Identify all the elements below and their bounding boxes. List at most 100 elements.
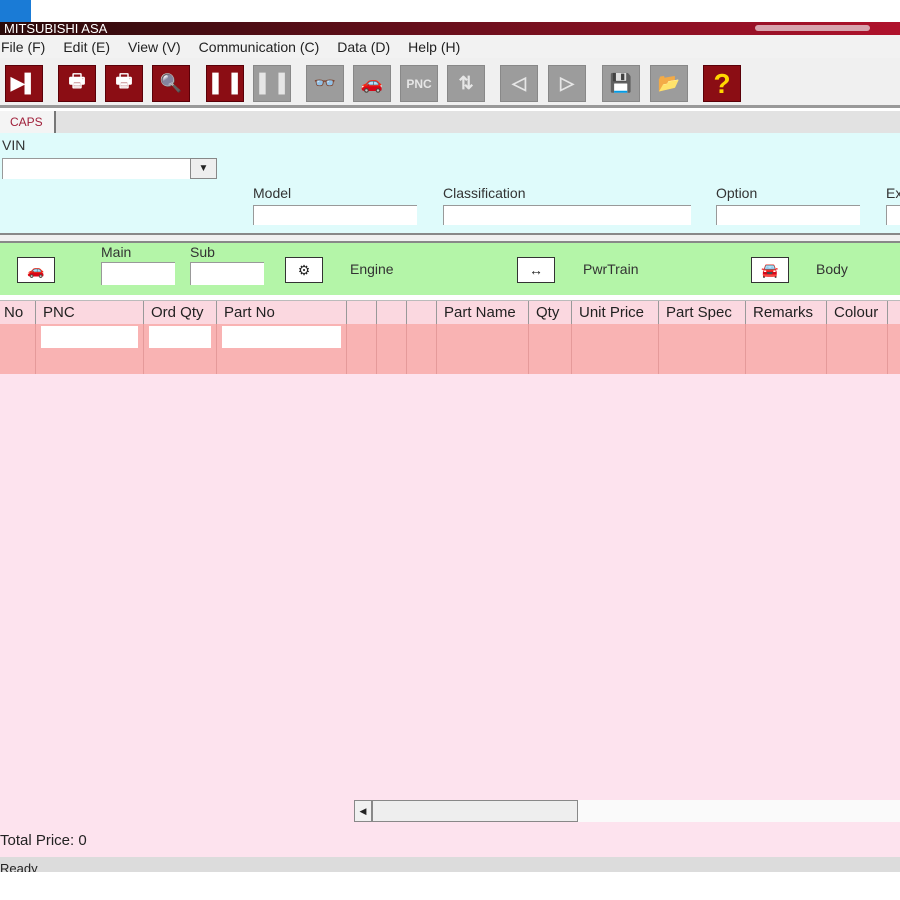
vin-dropdown-button[interactable]: ▼: [190, 158, 217, 179]
print-icon: 🖶: [115, 70, 133, 91]
title-bar: MITSUBISHI ASA: [0, 22, 900, 35]
help-button[interactable]: ?: [703, 65, 741, 102]
table-header: No PNC Ord Qty Part No Part Name Qty Unit Pric…: [0, 300, 900, 325]
open-icon: 📂: [657, 73, 681, 93]
vehicle-button[interactable]: 🚗: [353, 65, 391, 102]
column-header[interactable]: Colour: [826, 301, 887, 325]
table-cell[interactable]: [887, 324, 900, 374]
column-header[interactable]: [887, 301, 900, 325]
parts-list-icon: ▌▐: [212, 73, 238, 93]
column-header[interactable]: Unit Price: [571, 301, 658, 325]
exchange-button[interactable]: ⇅: [447, 65, 485, 102]
help-icon: ?: [713, 67, 731, 99]
classification-input[interactable]: [443, 205, 691, 225]
table-cell[interactable]: [571, 324, 658, 374]
vin-label: VIN: [2, 137, 26, 153]
next-button[interactable]: ▷: [548, 65, 586, 102]
table-row: [0, 324, 900, 374]
status-text: Ready: [0, 861, 38, 872]
body-icon[interactable]: 🚘: [751, 257, 789, 283]
body-label: Body: [816, 261, 848, 277]
copy-list-button[interactable]: ▌▐: [253, 65, 291, 102]
table-cell[interactable]: [826, 324, 887, 374]
table-cell[interactable]: [216, 324, 346, 374]
print-preview-button[interactable]: 🔍: [152, 65, 190, 102]
table-cell[interactable]: [658, 324, 745, 374]
window-title: MITSUBISHI ASA: [4, 22, 108, 35]
column-header[interactable]: Part Spec: [658, 301, 745, 325]
total-price: Total Price: 0: [0, 832, 87, 849]
menu-data[interactable]: Data (D): [336, 39, 390, 55]
status-bar: Ready: [0, 857, 900, 872]
parts-list-button[interactable]: ▌▐: [206, 65, 244, 102]
column-header[interactable]: Ord Qty: [143, 301, 216, 325]
next-icon: ▷: [560, 73, 574, 93]
column-header[interactable]: No: [0, 301, 35, 325]
column-header[interactable]: PNC: [35, 301, 143, 325]
previous-icon: ◁: [512, 73, 526, 93]
ext-input[interactable]: [886, 205, 900, 225]
table-cell[interactable]: [0, 324, 35, 374]
column-header[interactable]: Qty: [528, 301, 571, 325]
scroll-left-arrow-icon[interactable]: ◀: [354, 800, 372, 822]
pwrtrain-label: PwrTrain: [583, 261, 639, 277]
engine-icon[interactable]: ⚙: [285, 257, 323, 283]
menu-edit[interactable]: Edit (E): [62, 39, 110, 55]
tab-caps[interactable]: CAPS: [0, 111, 56, 133]
column-header[interactable]: Remarks: [745, 301, 826, 325]
scrollbar-thumb[interactable]: [372, 800, 578, 822]
menu-help[interactable]: Help (H): [407, 39, 460, 55]
print-screen-button[interactable]: 🖶: [58, 65, 96, 102]
menu-view[interactable]: View (V): [127, 39, 181, 55]
sub-input[interactable]: [190, 262, 264, 285]
column-header[interactable]: Part Name: [436, 301, 528, 325]
option-input[interactable]: [716, 205, 860, 225]
table-cell[interactable]: [406, 324, 436, 374]
top-strip: [0, 0, 900, 22]
search-button[interactable]: 👓: [306, 65, 344, 102]
menu-bar: File (F) Edit (E) View (V) Communication…: [0, 35, 900, 58]
print-button[interactable]: 🖶: [105, 65, 143, 102]
exchange-icon: ⇅: [458, 73, 474, 93]
powertrain-icon[interactable]: ↔: [517, 257, 555, 283]
sub-label: Sub: [190, 244, 215, 260]
main-input[interactable]: [101, 262, 175, 285]
cell-input[interactable]: [222, 326, 341, 348]
menu-file[interactable]: File (F): [0, 39, 45, 55]
car-icon[interactable]: 🚗: [17, 257, 55, 283]
save-icon: 💾: [609, 73, 633, 93]
blue-square: [0, 0, 31, 22]
table-cell[interactable]: [35, 324, 143, 374]
print-preview-icon: 🔍: [159, 73, 183, 93]
column-header[interactable]: [406, 301, 436, 325]
pnc-button[interactable]: PNC: [400, 65, 438, 102]
exit-button[interactable]: ▶▌: [5, 65, 43, 102]
model-input[interactable]: [253, 205, 417, 225]
toolbar: ▶▌ 🖶 🖶 🔍 ▌▐ ▌▐ 👓 🚗 PNC ⇅ ◁ ▷ 💾 📂?: [0, 58, 900, 108]
previous-button[interactable]: ◁: [500, 65, 538, 102]
open-button[interactable]: 📂: [650, 65, 688, 102]
column-header[interactable]: [346, 301, 376, 325]
table-cell[interactable]: [143, 324, 216, 374]
table-cell[interactable]: [745, 324, 826, 374]
model-label: Model: [253, 185, 292, 201]
cell-input[interactable]: [41, 326, 138, 348]
classification-label: Classification: [443, 185, 526, 201]
table-cell[interactable]: [376, 324, 406, 374]
option-label: Option: [716, 185, 758, 201]
table-cell[interactable]: [346, 324, 376, 374]
pnc-icon: PNC: [406, 76, 432, 91]
vin-input[interactable]: [2, 158, 190, 179]
ext-label: Ex: [886, 185, 900, 201]
vehicle-icon: 🚗: [360, 73, 384, 93]
column-header[interactable]: Part No: [216, 301, 346, 325]
cell-input[interactable]: [149, 326, 211, 348]
tab-strip: [0, 111, 900, 133]
menu-communication[interactable]: Communication (C): [198, 39, 320, 55]
table-cell[interactable]: [528, 324, 571, 374]
table-cell[interactable]: [436, 324, 528, 374]
table-body: [0, 374, 900, 857]
save-button[interactable]: 💾: [602, 65, 640, 102]
title-pill: [755, 25, 870, 31]
column-header[interactable]: [376, 301, 406, 325]
